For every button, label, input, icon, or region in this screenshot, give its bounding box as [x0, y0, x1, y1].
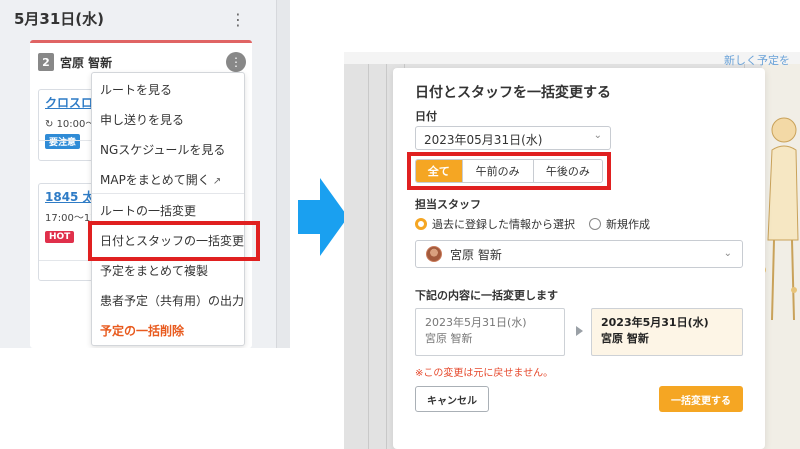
menu-divider [92, 193, 244, 194]
hot-tag: HOT [45, 231, 75, 243]
day-menu-icon[interactable]: ⋮ [230, 10, 246, 29]
staff-source-radios: 過去に登録した情報から選択 新規作成 [415, 216, 650, 232]
warning-text: ※この変更は元に戻せません。 [415, 368, 554, 379]
menu-item-view-ng-schedule[interactable]: NGスケジュールを見る [100, 141, 225, 158]
change-summary-label: 下記の内容に一括変更します [415, 289, 558, 302]
staff-header: 2 宮原 智新 [38, 51, 112, 73]
staff-context-menu: ルートを見る 申し送りを見る NGスケジュールを見る MAPをまとめて開く ↗ ル… [91, 72, 245, 346]
menu-item-duplicate-schedules[interactable]: 予定をまとめて複製 [100, 262, 208, 279]
date-select[interactable]: 2023年05月31日(水) ⌄ [415, 126, 611, 150]
menu-item-open-maps[interactable]: MAPをまとめて開く ↗ [100, 171, 221, 188]
staff-menu-icon[interactable]: ⋮ [226, 52, 246, 72]
after-box: 2023年5月31日(水) 宮原 智新 [591, 308, 743, 356]
day-title: 5月31日(水) [14, 10, 105, 28]
menu-item-export-patient-schedule[interactable]: 患者予定（共有用）の出力 [100, 292, 244, 309]
right-arrow-icon [298, 178, 348, 256]
highlight-box [407, 152, 611, 190]
before-box: 2023年5月31日(水) 宮原 智新 [415, 308, 565, 356]
chevron-down-icon: ⌄ [593, 130, 602, 141]
menu-item-view-route[interactable]: ルートを見る [100, 81, 172, 98]
background-column-line [386, 64, 387, 449]
staff-select[interactable]: 宮原 智新 ⌄ [415, 240, 743, 268]
date-value: 2023年05月31日(水) [424, 133, 543, 147]
chevron-down-icon: ⌄ [723, 248, 732, 259]
avatar [426, 246, 442, 262]
new-schedule-link[interactable]: 新しく予定を [724, 52, 790, 68]
radio-new-label[interactable]: 新規作成 [606, 216, 650, 232]
after-name: 宮原 智新 [601, 332, 649, 345]
menu-item-bulk-route-change[interactable]: ルートの一括変更 [100, 202, 196, 219]
apply-button[interactable]: 一括変更する [659, 386, 743, 412]
bulk-change-modal: 日付とスタッフを一括変更する 日付 2023年05月31日(水) ⌄ 全て 午前… [393, 68, 765, 449]
scrollbar-strip [276, 0, 290, 348]
highlight-box [88, 221, 260, 261]
arrow-right-icon [576, 326, 583, 336]
radio-existing[interactable] [415, 218, 427, 230]
cancel-button[interactable]: キャンセル [415, 386, 489, 412]
staff-name: 宮原 智新 [60, 55, 113, 70]
staff-number-badge: 2 [38, 53, 54, 71]
staff-select-value: 宮原 智新 [450, 247, 502, 262]
before-name: 宮原 智新 [425, 332, 473, 345]
radio-existing-label[interactable]: 過去に登録した情報から選択 [432, 216, 575, 232]
radio-new[interactable] [589, 218, 601, 230]
before-date: 2023年5月31日(水) [425, 316, 527, 329]
modal-title: 日付とスタッフを一括変更する [415, 85, 611, 101]
external-link-icon: ↗ [212, 176, 222, 187]
day-header: 5月31日(水) ⋮ [14, 8, 254, 30]
staff-label: 担当スタッフ [415, 198, 481, 211]
menu-item-bulk-delete[interactable]: 予定の一括削除 [100, 322, 184, 339]
date-label: 日付 [415, 110, 437, 123]
schedule-panel: 5月31日(水) ⋮ 2 宮原 智新 ⋮ クロスロ ↻ 10:00～ 要注意 1… [0, 0, 290, 348]
repeat-icon: ↻ [45, 119, 57, 130]
background-column-line [368, 64, 369, 449]
after-date: 2023年5月31日(水) [601, 316, 709, 329]
menu-item-view-notes[interactable]: 申し送りを見る [100, 111, 184, 128]
